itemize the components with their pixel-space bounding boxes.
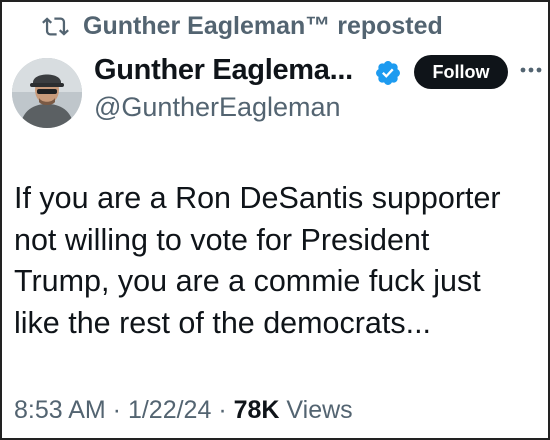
tweet-card: Gunther Eagleman™ reposted Gunther Eagle… <box>0 0 550 440</box>
tweet-text-line: like the rest of the democrats... <box>14 305 432 340</box>
tweet-date[interactable]: 1/22/24 <box>128 396 211 424</box>
tweet-time[interactable]: 8:53 AM <box>14 396 106 424</box>
tweet-text-line: If you are a Ron DeSantis supporter <box>14 181 501 215</box>
avatar-image <box>12 58 82 128</box>
repost-icon <box>42 17 69 36</box>
tweet-text-line: not willing to vote for President <box>14 222 430 257</box>
verified-badge-icon <box>376 61 400 85</box>
views-count[interactable]: 78K <box>234 396 280 424</box>
author-handle[interactable]: @GuntherEagleman <box>94 92 341 123</box>
follow-button[interactable]: Follow <box>414 55 508 89</box>
repost-text: Gunther Eagleman™ reposted <box>83 12 443 40</box>
more-options-icon[interactable] <box>520 66 542 74</box>
repost-indicator[interactable]: Gunther Eagleman™ reposted <box>42 12 443 41</box>
tweet-text: If you are a Ron DeSantis supporter not … <box>14 178 544 344</box>
avatar[interactable] <box>12 58 82 128</box>
views-label: Views <box>279 396 353 424</box>
meta-separator: · <box>105 396 128 424</box>
tweet-text-line: Trump, you are a commie fuck just <box>14 264 481 298</box>
meta-separator: · <box>211 396 234 424</box>
author-display-name[interactable]: Gunther Eaglema... <box>94 54 353 87</box>
tweet-meta: 8:53 AM · 1/22/24 · 78K Views <box>14 396 353 425</box>
